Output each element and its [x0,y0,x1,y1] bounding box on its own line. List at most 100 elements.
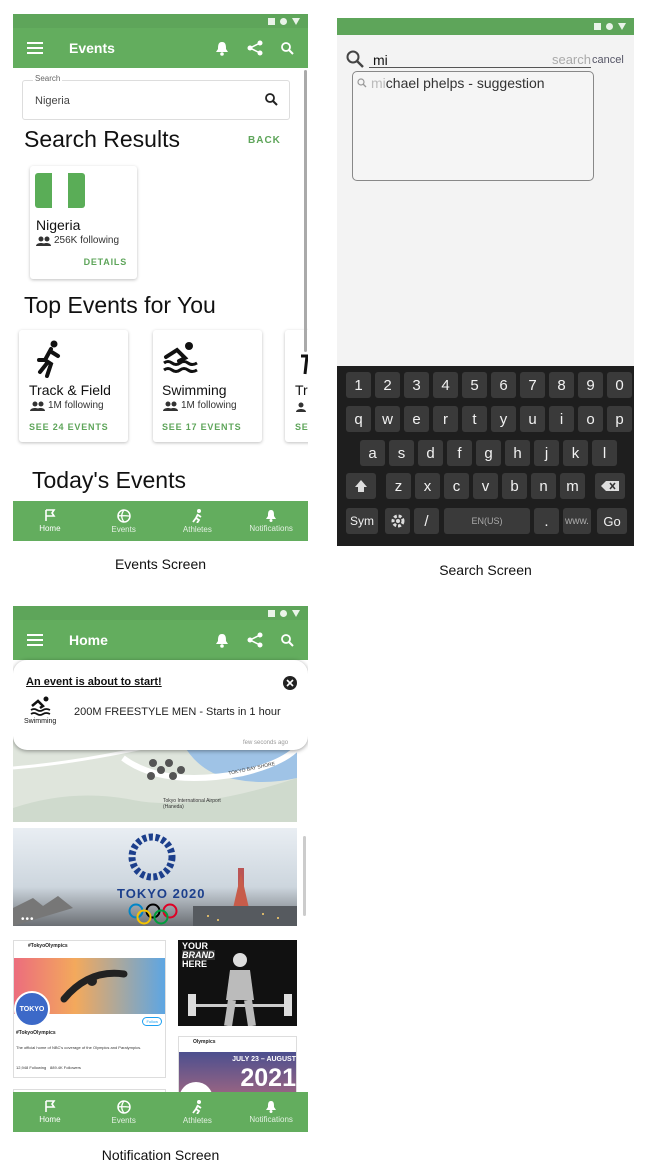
key-4[interactable]: 4 [433,372,458,398]
notification-time: few seconds ago [243,740,289,746]
key-3[interactable]: 3 [404,372,429,398]
key-k[interactable]: k [563,440,588,466]
key-5[interactable]: 5 [462,372,487,398]
nav-events[interactable]: Events [87,501,161,541]
see-events-button[interactable]: SEE 24 EVENTS [29,422,108,432]
olympic-rings [128,903,178,925]
settings-icon[interactable] [385,508,410,534]
olympics-handle: Olympics [193,1039,216,1045]
key-w[interactable]: w [375,406,400,432]
key-u[interactable]: u [520,406,545,432]
event-card-track-field[interactable]: Track & Field 1M following SEE 24 EVENTS [19,330,128,442]
key-shift[interactable] [346,473,376,499]
key-sym[interactable]: Sym [346,508,378,534]
tokyo-2020-banner[interactable]: TOKYO 2020 ••• [13,828,297,926]
key-r[interactable]: r [433,406,458,432]
see-events-button[interactable]: SEE 17 EVENTS [162,422,241,432]
key-2[interactable]: 2 [375,372,400,398]
key-t[interactable]: t [462,406,487,432]
key-c[interactable]: c [444,473,469,499]
event-card-swimming[interactable]: Swimming 1M following SEE 17 EVENTS [153,330,262,442]
bell-icon[interactable] [215,633,229,648]
see-events-button[interactable]: SE [295,422,308,432]
top-events-heading: Top Events for You [24,292,216,318]
key-dot[interactable]: . [534,508,559,534]
twitter-card[interactable]: #TokyoOlympics TOKYO Follow #TokyoOlympi… [13,940,166,1078]
olympics-dates: JULY 23 – AUGUST [232,1056,296,1063]
country-result-card[interactable]: Nigeria 256K following DETAILS [30,166,137,279]
key-f[interactable]: f [447,440,472,466]
tweet-handle-top: #TokyoOlympics [28,943,68,949]
key-j[interactable]: j [534,440,559,466]
people-icon [163,401,178,411]
tweet-handle: #TokyoOlympics [16,1030,56,1036]
key-s[interactable]: s [389,440,414,466]
menu-icon[interactable] [27,42,43,54]
scrollbar[interactable] [304,70,307,352]
share-icon[interactable] [247,632,263,648]
key-i[interactable]: i [549,406,574,432]
key-a[interactable]: a [360,440,385,466]
nav-athletes[interactable]: Athletes [161,501,235,541]
event-followers: 1M following [30,400,104,411]
brand-ad[interactable]: YOUR BRAND HERE [178,940,297,1026]
key-e[interactable]: e [404,406,429,432]
key-backspace[interactable] [595,473,625,499]
notification-banner[interactable]: An event is about to start! Swimming 200… [13,660,308,750]
suggestion-item[interactable]: michael phelps - suggestion [357,75,545,91]
nav-athletes[interactable]: Athletes [161,1092,235,1132]
bell-icon[interactable] [215,41,229,56]
people-icon [296,402,306,412]
nav-events[interactable]: Events [87,1092,161,1132]
bottom-nav: Home Events Athletes Notifications [13,1092,308,1132]
nav-home[interactable]: Home [13,501,87,541]
key-d[interactable]: d [418,440,443,466]
key-q[interactable]: q [346,406,371,432]
search-query-input[interactable]: mi search [369,52,591,68]
tweet-bio: The official home of NBC's coverage of t… [16,1045,142,1050]
key-www[interactable]: www. [563,508,591,534]
key-x[interactable]: x [415,473,440,499]
key-7[interactable]: 7 [520,372,545,398]
search-icon[interactable] [281,633,294,647]
back-button[interactable]: BACK [248,135,281,146]
key-n[interactable]: n [531,473,556,499]
share-icon[interactable] [247,40,263,56]
suggestion-prefix: mi [371,75,386,91]
nav-notifications[interactable]: Notifications [234,1092,308,1132]
key-slash[interactable]: / [414,508,439,534]
key-y[interactable]: y [491,406,516,432]
close-icon[interactable] [283,676,297,690]
carousel-dots[interactable]: ••• [21,914,35,925]
cancel-button[interactable]: cancel [592,54,624,66]
scrollbar[interactable] [303,836,306,916]
search-field[interactable]: Search Nigeria [22,74,290,120]
key-space[interactable]: EN(US) [444,508,530,534]
key-go[interactable]: Go [597,508,627,534]
key-b[interactable]: b [502,473,527,499]
nav-notifications[interactable]: Notifications [234,501,308,541]
key-z[interactable]: z [386,473,411,499]
search-icon[interactable] [281,41,294,55]
key-l[interactable]: l [592,440,617,466]
details-button[interactable]: DETAILS [84,257,127,267]
country-name: Nigeria [36,217,81,233]
key-p[interactable]: p [607,406,632,432]
key-m[interactable]: m [560,473,585,499]
search-field-icon[interactable] [265,93,278,106]
search-icon [346,50,364,68]
key-1[interactable]: 1 [346,372,371,398]
key-g[interactable]: g [476,440,501,466]
appbar-title: Events [69,40,115,56]
nav-home[interactable]: Home [13,1092,87,1132]
key-6[interactable]: 6 [491,372,516,398]
tweet-followers: 889.4K Followers [50,1065,81,1070]
key-8[interactable]: 8 [549,372,574,398]
tweet-follow-button[interactable]: Follow [142,1017,162,1026]
key-v[interactable]: v [473,473,498,499]
menu-icon[interactable] [27,634,43,646]
key-o[interactable]: o [578,406,603,432]
key-h[interactable]: h [505,440,530,466]
key-0[interactable]: 0 [607,372,632,398]
key-9[interactable]: 9 [578,372,603,398]
